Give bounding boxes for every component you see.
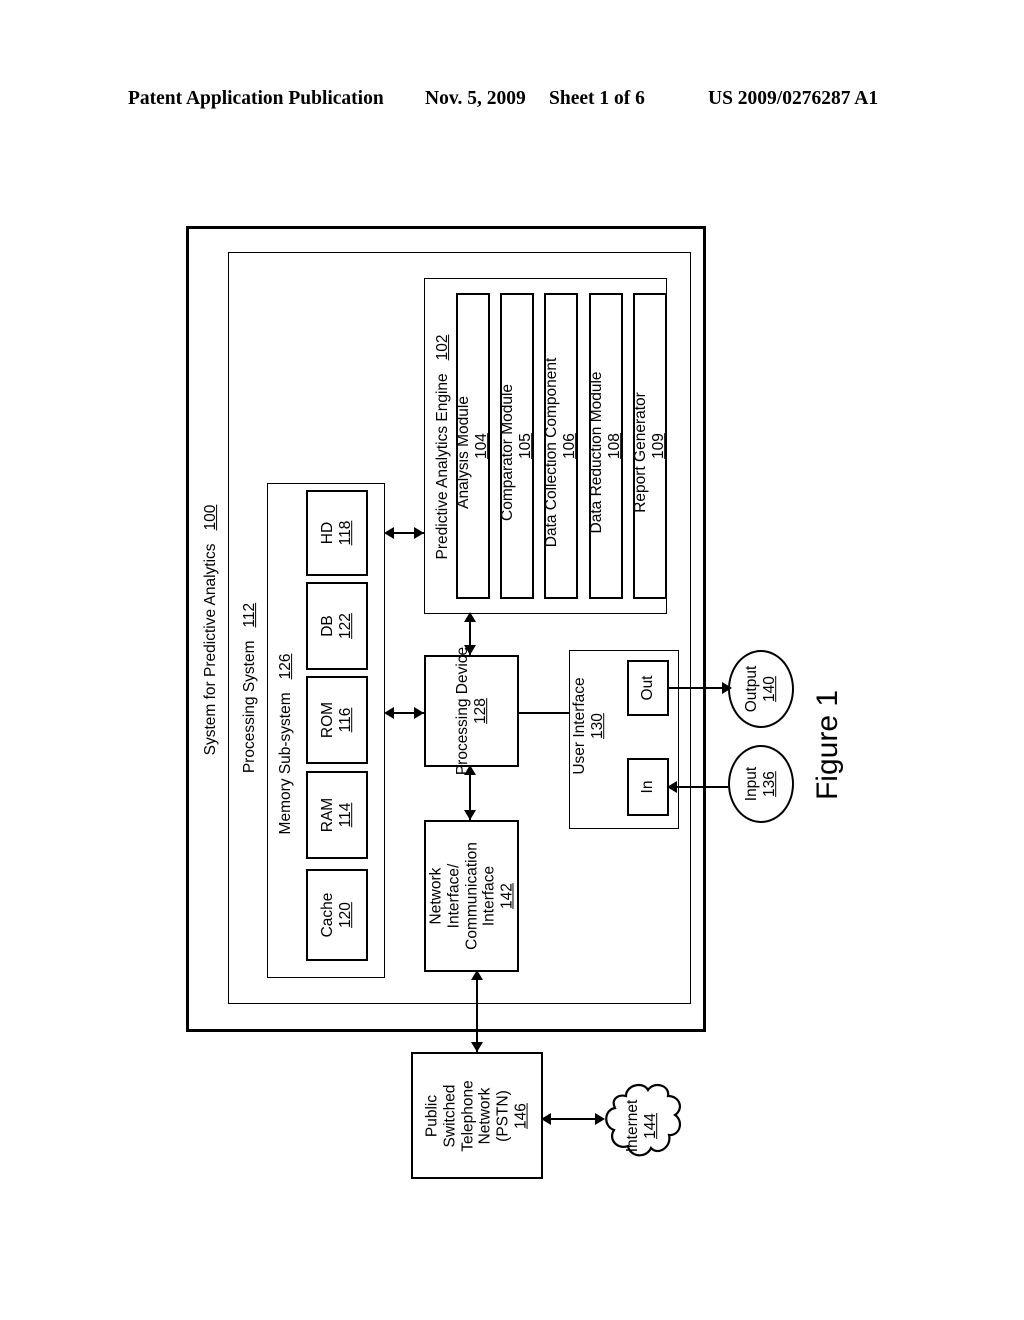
- pstn-label: Public Switched Telephone Network (PSTN)…: [423, 1079, 530, 1152]
- memory-item-db-label: DB 122: [319, 613, 354, 639]
- memory-item-rom-label: ROM 116: [319, 701, 354, 739]
- figure-1-diagram: System for Predictive Analytics 100 Proc…: [0, 0, 1024, 1320]
- arrowhead-pd-ni-down: [464, 810, 476, 820]
- ui-label-text: User Interface: [571, 677, 589, 775]
- engine-module-report-generator-label: Report Generator 109: [632, 392, 667, 513]
- processing-device-box: Processing Device 128: [424, 647, 519, 775]
- arrowhead-engine-pd-down: [464, 645, 476, 655]
- processing-system-label: Processing System 112: [241, 603, 259, 773]
- network-interface-label: Network Interface/ Communication Interfa…: [426, 842, 516, 950]
- memory-item-hd-label: HD 118: [319, 520, 354, 546]
- pae-label-text: Predictive Analytics Engine: [434, 373, 452, 560]
- ui-ref: 130: [589, 713, 606, 739]
- engine-module-data-reduction: Data Reduction Module 108: [588, 293, 623, 599]
- memory-subsystem-label-text: Memory Sub-system: [277, 692, 295, 835]
- engine-module-data-reduction-label: Data Reduction Module 108: [588, 371, 623, 534]
- memory-item-rom: ROM 116: [306, 676, 368, 764]
- memory-subsystem-label: Memory Sub-system 126: [277, 654, 295, 835]
- predictive-analytics-engine-label: Predictive Analytics Engine 102: [434, 335, 452, 560]
- engine-module-analysis-label: Analysis Module 104: [455, 396, 490, 509]
- arrowhead-memory-engine-left: [384, 527, 394, 539]
- processing-system-label-text: Processing System: [241, 640, 259, 774]
- arrowhead-internet-right: [595, 1113, 605, 1125]
- memory-item-cache-label: Cache 120: [319, 892, 354, 938]
- arrowhead-engine-pd-up: [464, 612, 476, 622]
- arrowhead-memory-pd-right: [414, 707, 424, 719]
- arrowhead-input: [667, 781, 677, 793]
- memory-item-cache: Cache 120: [306, 869, 368, 961]
- engine-module-comparator: Comparator Module 105: [499, 293, 534, 599]
- engine-module-data-collection: Data Collection Component 106: [543, 293, 578, 599]
- user-interface-label: User Interface 130: [571, 677, 607, 774]
- memory-item-db: DB 122: [306, 582, 368, 670]
- internet-label: Internet 144: [624, 1099, 659, 1153]
- memory-subsystem-ref: 126: [277, 653, 295, 680]
- arrowhead-memory-pd-left: [384, 707, 394, 719]
- output-node-label: Output 140: [743, 665, 778, 713]
- user-interface-out-box: Out: [627, 660, 669, 716]
- connector-pd-ui-horizontal: [519, 712, 569, 714]
- engine-module-comparator-label: Comparator Module 105: [499, 383, 534, 521]
- connector-pstn-internet: [543, 1118, 601, 1120]
- system-for-predictive-analytics-label: System for Predictive Analytics 100: [202, 505, 220, 756]
- system-ref: 100: [202, 504, 220, 531]
- pae-ref: 102: [434, 334, 452, 361]
- network-interface-box: Network Interface/ Communication Interfa…: [424, 820, 519, 972]
- memory-item-ram-label: RAM 114: [319, 797, 354, 833]
- processing-system-ref: 112: [241, 602, 259, 628]
- pstn-box: Public Switched Telephone Network (PSTN)…: [411, 1052, 543, 1179]
- user-interface-out-label: Out: [639, 675, 657, 701]
- figure-caption: Figure 1: [811, 689, 844, 801]
- engine-module-analysis: Analysis Module 104: [455, 293, 490, 599]
- arrowhead-pd-ni-up: [464, 765, 476, 775]
- user-interface-in-box: In: [627, 758, 669, 816]
- output-node: Output 140: [728, 650, 794, 728]
- input-node-label: Input 136: [743, 766, 778, 802]
- arrowhead-memory-engine-right: [414, 527, 424, 539]
- arrowhead-pstn-left: [541, 1113, 551, 1125]
- memory-item-ram: RAM 114: [306, 771, 368, 859]
- connector-network-interface-pstn: [476, 972, 478, 1052]
- connector-out-to-output: [669, 687, 728, 689]
- processing-device-label: Processing Device 128: [453, 646, 489, 776]
- arrowhead-ni-pstn-down: [471, 1042, 483, 1052]
- engine-module-report-generator: Report Generator 109: [632, 293, 667, 599]
- input-node: Input 136: [728, 745, 794, 823]
- arrowhead-output: [722, 682, 732, 694]
- system-label-text: System for Predictive Analytics: [202, 543, 220, 756]
- memory-item-hd: HD 118: [306, 490, 368, 576]
- arrowhead-ni-pstn-up: [471, 970, 483, 980]
- user-interface-in-label: In: [639, 780, 657, 794]
- engine-module-data-collection-label: Data Collection Component 106: [543, 357, 578, 548]
- connector-input-to-in: [669, 786, 728, 788]
